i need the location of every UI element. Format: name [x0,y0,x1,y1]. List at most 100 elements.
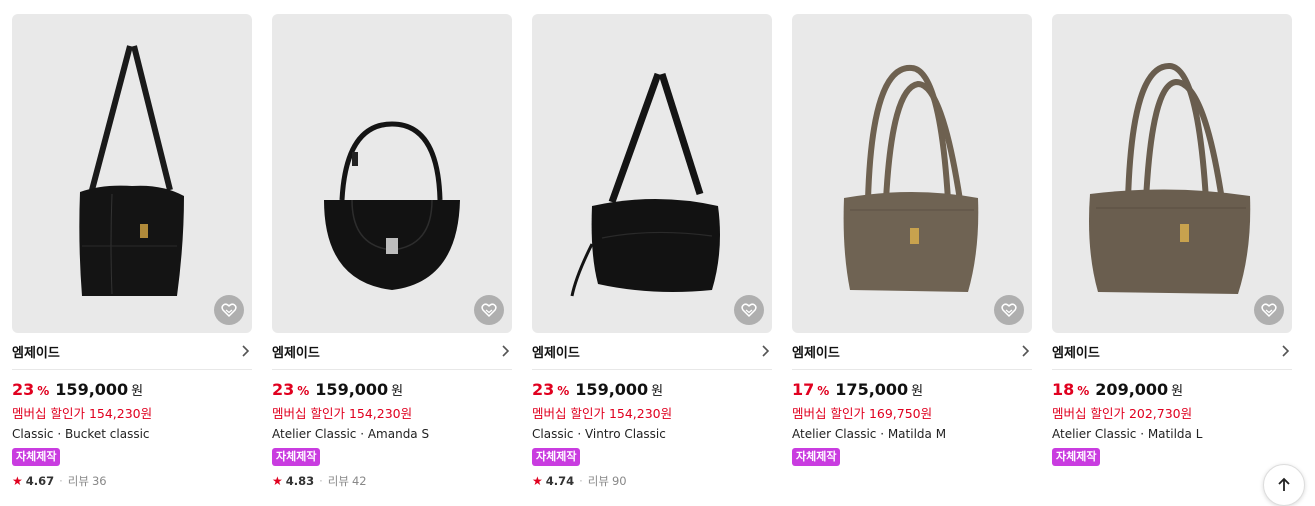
sale-price: 159,000 [315,380,389,399]
in-house-badge: 자체제작 [792,448,841,466]
black-half-moon-bag-image [324,121,460,290]
review-label: 리뷰 [587,474,609,488]
chevron-right-icon[interactable] [1278,344,1292,358]
in-house-badge: 자체제작 [532,448,581,466]
chevron-right-icon[interactable] [498,344,512,358]
chevron-right-icon[interactable] [238,344,252,358]
wishlist-button[interactable] [474,295,504,325]
product-name[interactable]: Classic · Vintro Classic [532,424,772,445]
product-image[interactable] [272,14,512,333]
currency-unit: 원 [1171,384,1184,399]
brand-row[interactable]: 엠제이드 [272,333,512,370]
membership-price: 멤버십 할인가 154,230원 [532,406,673,421]
membership-price: 멤버십 할인가 154,230원 [12,406,153,421]
discount-percent-sign: % [37,384,50,398]
rating-row: ★ 4.67 · 리뷰 36 [12,472,252,490]
taupe-tote-bag-large-image [1089,63,1251,294]
product-image[interactable] [12,14,252,333]
review-label: 리뷰 [67,474,89,488]
price-row: 18% 209,000 원 [1052,380,1292,402]
brand-name[interactable]: 엠제이드 [532,342,580,361]
heart-icon [1261,303,1277,318]
discount-rate: 23 [272,380,295,399]
heart-icon [481,303,497,318]
discount-rate: 17 [792,380,815,399]
discount-rate: 23 [12,380,35,399]
star-icon: ★ [12,474,23,488]
sale-price: 159,000 [575,380,649,399]
heart-icon [741,303,757,318]
review-count: 42 [351,474,367,488]
rating-score: 4.74 [545,474,575,488]
membership-price: 멤버십 할인가 202,730원 [1052,406,1193,421]
in-house-badge: 자체제작 [1052,448,1101,466]
black-bucket-bag-image [79,45,184,296]
product-card[interactable]: 엠제이드 18% 209,000 원 멤버십 할인가 202,730원 Ateli… [1052,14,1292,490]
discount-percent-sign: % [297,384,310,398]
product-name[interactable]: Atelier Classic · Matilda M [792,424,1032,445]
product-card[interactable]: 엠제이드 23% 159,000 원 멤버십 할인가 154,230원 Ateli… [272,14,512,490]
product-card[interactable]: 엠제이드 23% 159,000 원 멤버십 할인가 154,230원 Class… [532,14,772,490]
separator-dot: · [319,474,323,488]
review-label: 리뷰 [327,474,349,488]
star-icon: ★ [272,474,283,488]
currency-unit: 원 [131,384,144,399]
scroll-top-button[interactable] [1263,464,1305,506]
discount-percent-sign: % [557,384,570,398]
chevron-right-icon[interactable] [758,344,772,358]
product-card[interactable]: 엠제이드 17% 175,000 원 멤버십 할인가 169,750원 Ateli… [792,14,1032,490]
product-grid: 엠제이드 23% 159,000 원 멤버십 할인가 154,230원 Class… [12,14,1292,490]
separator-dot: · [59,474,63,488]
sale-price: 175,000 [835,380,909,399]
product-name[interactable]: Atelier Classic · Matilda L [1052,424,1292,445]
brand-name[interactable]: 엠제이드 [792,342,840,361]
brand-row[interactable]: 엠제이드 [1052,333,1292,370]
sale-price: 159,000 [55,380,129,399]
review-count: 36 [91,474,107,488]
in-house-badge: 자체제작 [12,448,61,466]
star-icon: ★ [532,474,543,488]
product-image[interactable] [1052,14,1292,333]
separator-dot: · [579,474,583,488]
chevron-right-icon[interactable] [1018,344,1032,358]
wishlist-button[interactable] [994,295,1024,325]
review-count: 90 [611,474,627,488]
discount-percent-sign: % [1077,384,1090,398]
discount-rate: 23 [532,380,555,399]
brand-row[interactable]: 엠제이드 [532,333,772,370]
price-row: 17% 175,000 원 [792,380,1032,402]
wishlist-button[interactable] [1254,295,1284,325]
currency-unit: 원 [391,384,404,399]
wishlist-button[interactable] [214,295,244,325]
brand-name[interactable]: 엠제이드 [12,342,60,361]
heart-icon [1001,303,1017,318]
product-name[interactable]: Atelier Classic · Amanda S [272,424,512,445]
price-row: 23% 159,000 원 [272,380,512,402]
brand-row[interactable]: 엠제이드 [12,333,252,370]
currency-unit: 원 [651,384,664,399]
brand-name[interactable]: 엠제이드 [272,342,320,361]
price-row: 23% 159,000 원 [532,380,772,402]
arrow-up-icon [1278,477,1290,491]
discount-rate: 18 [1052,380,1075,399]
black-slouch-bag-image [570,72,720,297]
product-image[interactable] [792,14,1032,333]
rating-row: ★ 4.74 · 리뷰 90 [532,472,772,490]
rating-row: ★ 4.83 · 리뷰 42 [272,472,512,490]
product-card[interactable]: 엠제이드 23% 159,000 원 멤버십 할인가 154,230원 Class… [12,14,252,490]
brand-name[interactable]: 엠제이드 [1052,342,1100,361]
currency-unit: 원 [911,384,924,399]
taupe-tote-bag-image [843,64,979,292]
brand-row[interactable]: 엠제이드 [792,333,1032,370]
sale-price: 209,000 [1095,380,1169,399]
price-row: 23% 159,000 원 [12,380,252,402]
wishlist-button[interactable] [734,295,764,325]
discount-percent-sign: % [817,384,830,398]
product-image[interactable] [532,14,772,333]
product-name[interactable]: Classic · Bucket classic [12,424,252,445]
rating-score: 4.83 [285,474,315,488]
membership-price: 멤버십 할인가 154,230원 [272,406,413,421]
heart-icon [221,303,237,318]
in-house-badge: 자체제작 [272,448,321,466]
rating-score: 4.67 [25,474,55,488]
